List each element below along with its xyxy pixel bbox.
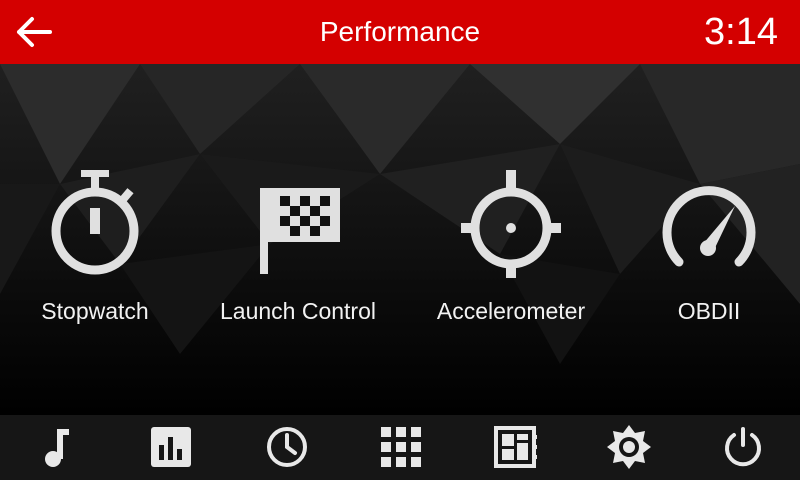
tile-label-accelerometer: Accelerometer [436,298,586,324]
crosshair-icon [461,170,561,278]
dock-stats-button[interactable] [114,415,228,480]
tile-launch-control[interactable]: Launch Control [203,156,393,336]
dock-brightness-button[interactable] [570,415,684,480]
bar-chart-icon [151,427,191,467]
tile-obdii[interactable]: OBDII [614,156,800,336]
top-bar: Performance 3:14 [0,0,800,64]
dock-power-button[interactable] [684,415,798,480]
brightness-gear-icon [607,425,651,469]
stopwatch-icon [51,170,139,275]
app-grid-icon [381,427,421,467]
dock-apps-button[interactable] [342,415,456,480]
tile-label-launch-control: Launch Control [220,298,376,324]
tile-label-stopwatch: Stopwatch [41,298,149,324]
tile-stopwatch[interactable]: Stopwatch [0,156,190,336]
dashboard-layout-icon [494,426,537,468]
music-note-icon [45,429,69,467]
tile-label-obdii: OBDII [677,298,741,324]
tile-accelerometer[interactable]: Accelerometer [416,156,606,336]
power-icon [725,427,761,467]
clock-icon [267,427,307,467]
bottom-dock [0,415,800,480]
page-title: Performance [319,16,481,47]
dock-music-button[interactable] [0,415,114,480]
checkered-flag-icon [260,188,340,274]
dock-clock-button[interactable] [228,415,342,480]
clock-time: 3:14 [704,11,778,53]
main-panel: Stopwatch Launch Control Accelerometer O… [0,64,800,415]
dock-dashboard-button[interactable] [456,415,570,480]
speedometer-gauge-icon [662,186,756,267]
